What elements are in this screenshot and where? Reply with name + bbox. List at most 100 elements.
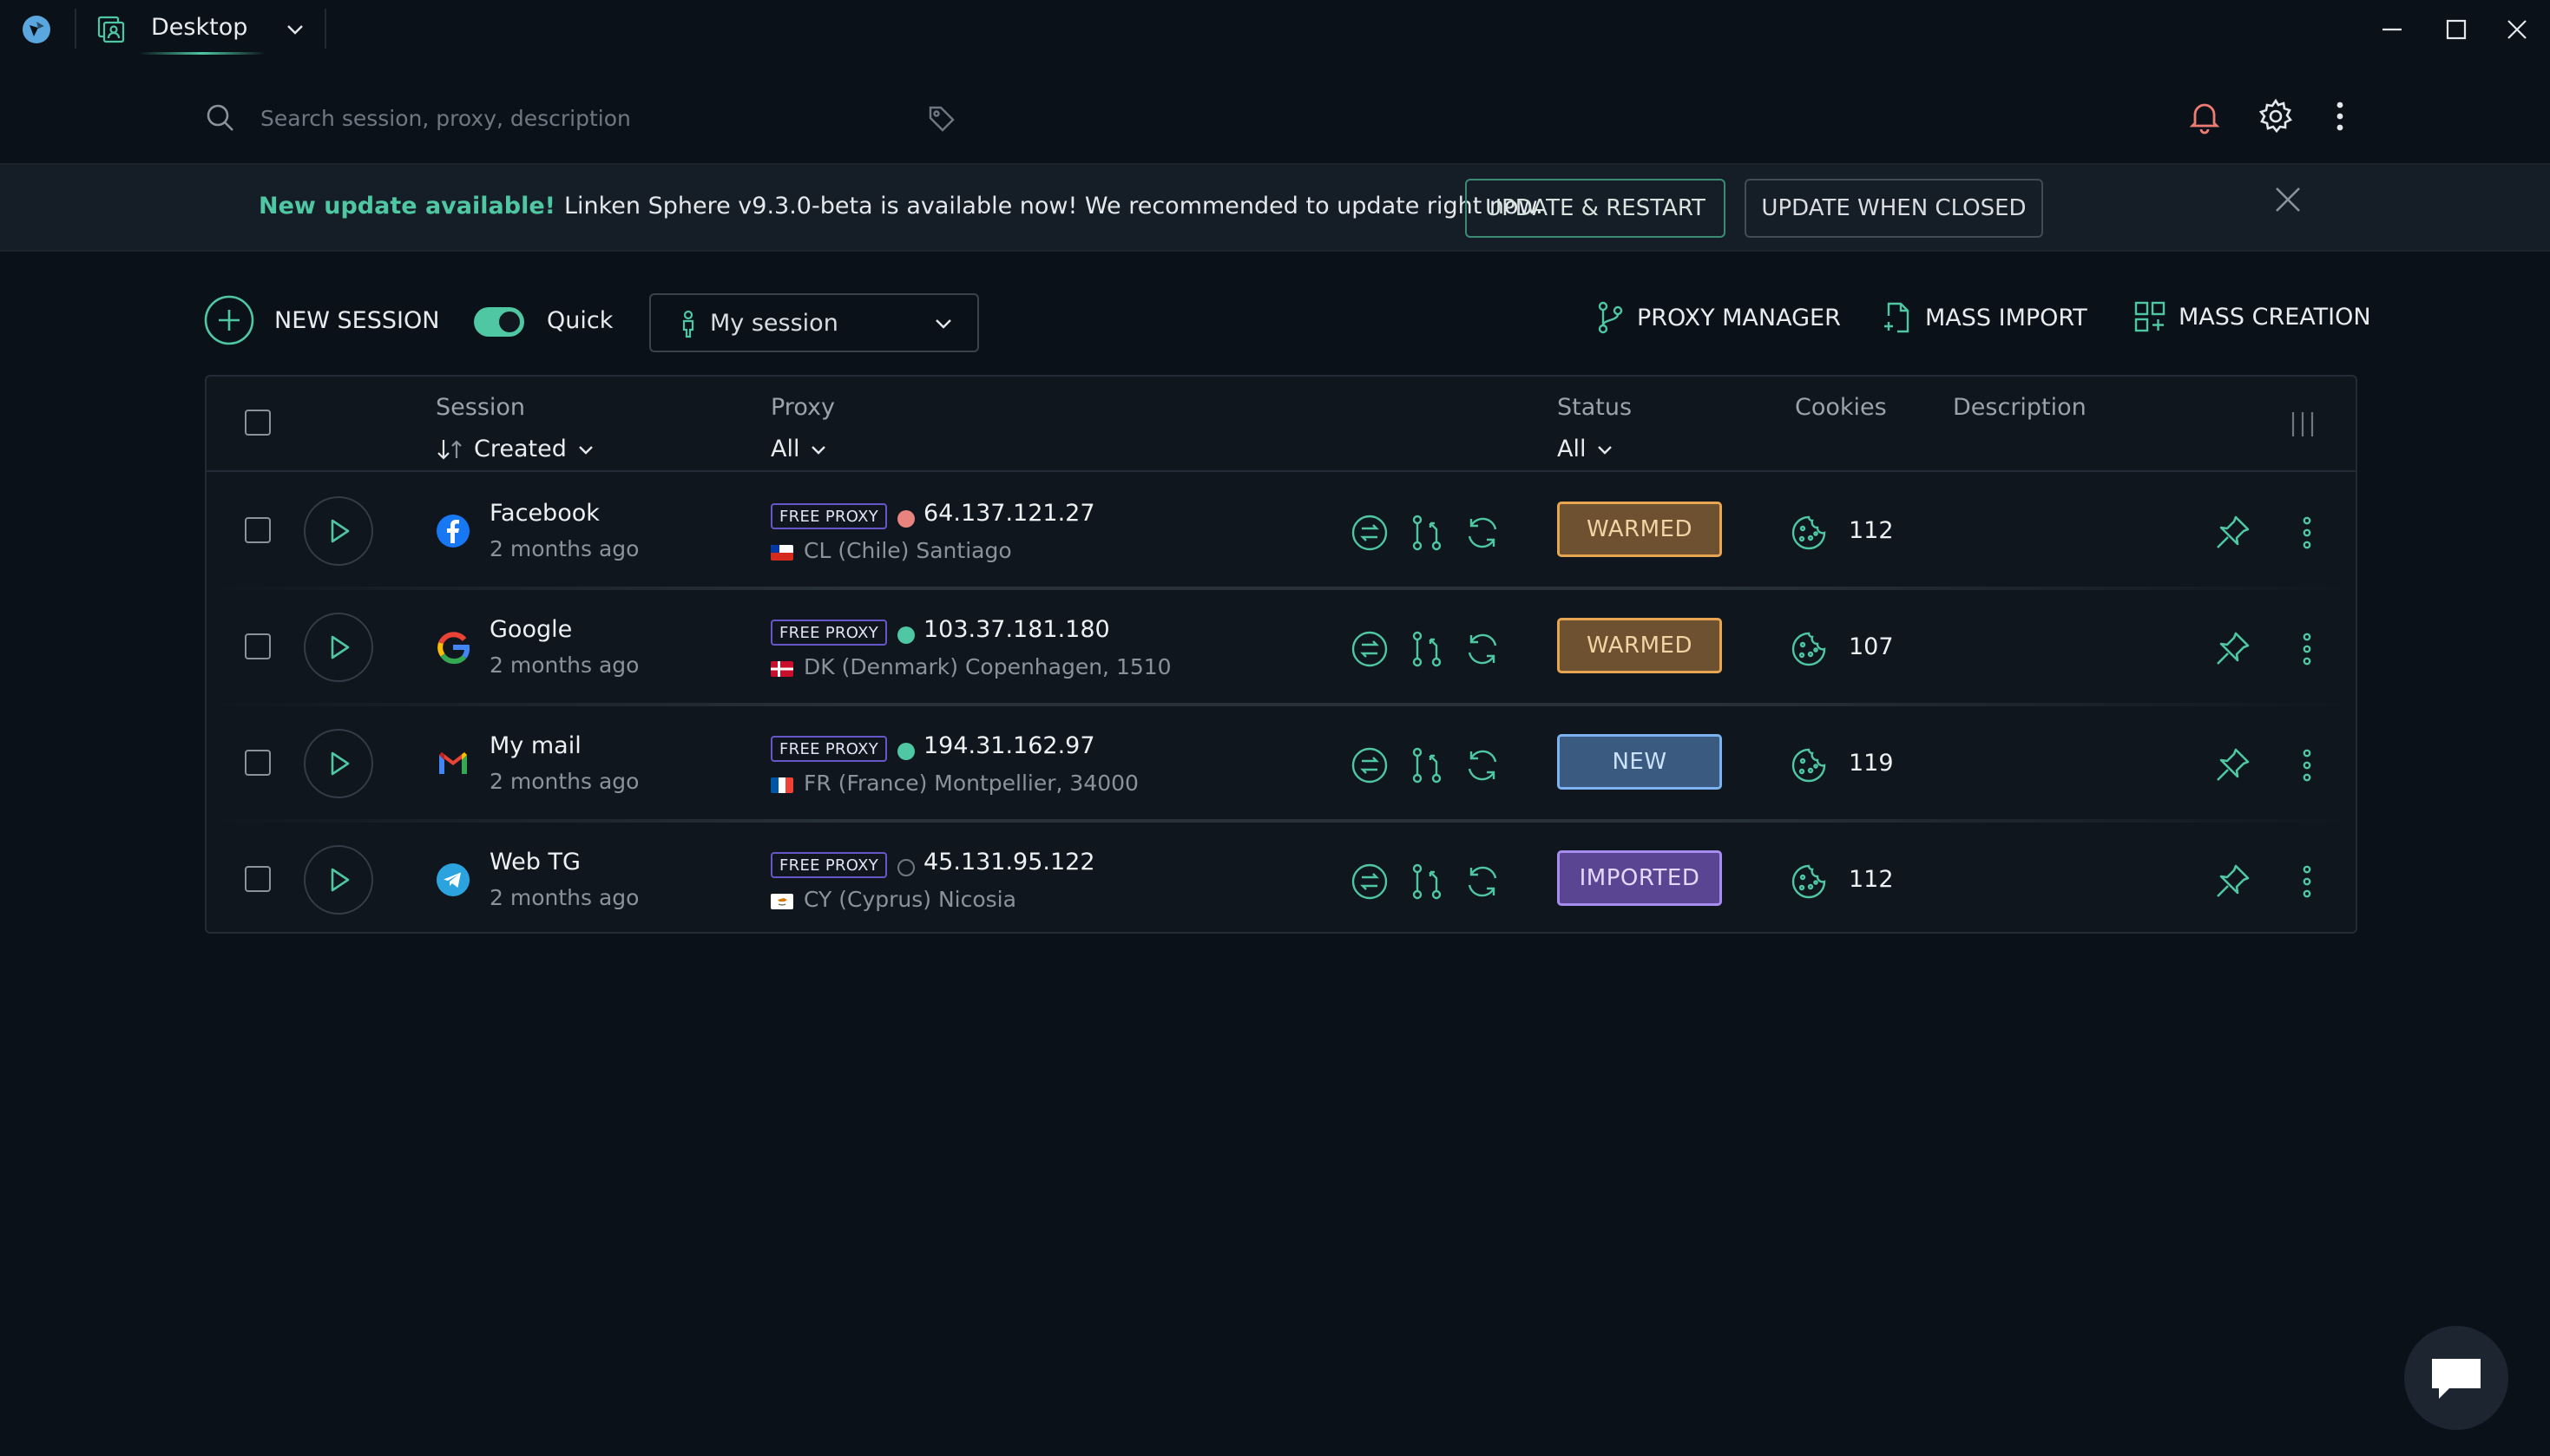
status-badge[interactable]: NEW [1557, 734, 1722, 790]
proxy-ip[interactable]: 194.31.162.97 [923, 732, 1095, 759]
swap-proxy-icon[interactable] [1351, 746, 1389, 784]
proxy-branch-icon[interactable] [1408, 514, 1446, 552]
minimize-button[interactable] [2375, 12, 2409, 47]
chevron-down-icon [1598, 445, 1613, 455]
proxy-status-dot [897, 743, 915, 760]
banner-text: New update available! Linken Sphere v9.3.… [259, 193, 1543, 220]
swap-proxy-icon[interactable] [1351, 514, 1389, 552]
flag-cy-icon [771, 894, 793, 909]
workspace-icon[interactable] [95, 14, 127, 45]
proxy-ip[interactable]: 45.131.95.122 [923, 849, 1095, 876]
row-checkbox[interactable] [245, 866, 271, 892]
pin-icon[interactable] [2212, 512, 2253, 554]
proxy-type-badge: FREE PROXY [771, 736, 888, 762]
proxy-ip[interactable]: 64.137.121.27 [923, 500, 1095, 527]
session-name[interactable]: My mail [490, 732, 582, 759]
more-vertical-icon[interactable] [2290, 628, 2324, 670]
refresh-icon[interactable] [1463, 514, 1502, 552]
settings-button[interactable] [2255, 95, 2297, 137]
mass-creation-button[interactable]: MASS CREATION [2133, 300, 2371, 333]
tag-icon[interactable] [925, 102, 958, 135]
row-checkbox[interactable] [245, 633, 271, 659]
sort-icon [437, 439, 462, 460]
status-badge[interactable]: WARMED [1557, 618, 1722, 673]
more-vertical-icon[interactable] [2290, 861, 2324, 902]
table-row[interactable]: My mail 2 months ago FREE PROXY 194.31.1… [207, 706, 2356, 823]
proxy-location: FR (France) Montpellier, 34000 [804, 771, 1139, 796]
banner-highlight: New update available! [259, 193, 555, 220]
proxy-location: CY (Cyprus) Nicosia [804, 887, 1016, 912]
refresh-icon[interactable] [1463, 862, 1502, 901]
proxy-branch-icon[interactable] [1408, 630, 1446, 668]
minimize-icon [2382, 28, 2402, 31]
swap-proxy-icon[interactable] [1351, 862, 1389, 901]
quick-toggle[interactable] [474, 307, 524, 337]
app-logo[interactable] [21, 14, 52, 45]
title-bar: Desktop [0, 0, 2550, 59]
mass-import-label: MASS IMPORT [1925, 304, 2087, 331]
pin-icon[interactable] [2212, 628, 2253, 670]
session-created: 2 months ago [490, 536, 640, 561]
table-row[interactable]: Facebook 2 months ago FREE PROXY 64.137.… [207, 474, 2356, 590]
titlebar-divider [75, 9, 76, 49]
workspace-name[interactable]: Desktop [151, 14, 247, 41]
swap-proxy-icon[interactable] [1351, 630, 1389, 668]
session-name[interactable]: Google [490, 616, 572, 643]
proxy-ip[interactable]: 103.37.181.180 [923, 616, 1110, 643]
play-button[interactable] [304, 496, 373, 566]
session-name[interactable]: Web TG [490, 849, 581, 876]
proxy-filter[interactable]: All [771, 436, 829, 462]
gmail-icon [439, 752, 467, 774]
proxy-branch-icon[interactable] [1408, 862, 1446, 901]
chevron-down-icon [579, 445, 593, 455]
banner-close-button[interactable] [2271, 182, 2305, 217]
header-cookies: Cookies [1795, 394, 1887, 421]
play-button[interactable] [304, 729, 373, 798]
play-button[interactable] [304, 845, 373, 915]
toggle-knob [499, 312, 520, 332]
proxy-manager-button[interactable]: PROXY MANAGER [1595, 300, 1841, 335]
more-vertical-icon[interactable] [2290, 512, 2324, 554]
more-menu-button[interactable] [2319, 95, 2361, 137]
refresh-icon[interactable] [1463, 746, 1502, 784]
close-button[interactable] [2500, 12, 2534, 47]
proxy-type-badge: FREE PROXY [771, 620, 888, 646]
search-input[interactable] [260, 99, 920, 137]
pin-icon[interactable] [2212, 744, 2253, 786]
row-checkbox[interactable] [245, 750, 271, 776]
header-description: Description [1953, 394, 2087, 421]
update-banner: New update available! Linken Sphere v9.3.… [0, 165, 2550, 252]
update-restart-button[interactable]: UPDATE & RESTART [1465, 179, 1725, 238]
more-vertical-icon[interactable] [2290, 744, 2324, 786]
refresh-icon[interactable] [1463, 630, 1502, 668]
cookie-icon [1791, 748, 1826, 783]
banner-message: Linken Sphere v9.3.0-beta is available n… [563, 193, 1543, 220]
status-filter[interactable]: All [1557, 436, 1615, 462]
row-checkbox[interactable] [245, 517, 271, 543]
status-badge[interactable]: IMPORTED [1557, 850, 1722, 906]
select-all-checkbox[interactable] [245, 410, 271, 436]
chevron-down-icon[interactable] [283, 17, 307, 42]
chat-button[interactable] [2404, 1326, 2508, 1430]
pin-icon[interactable] [2212, 861, 2253, 902]
session-name[interactable]: Facebook [490, 500, 600, 527]
play-button[interactable] [304, 613, 373, 682]
new-session-button[interactable]: NEW SESSION [203, 294, 439, 346]
play-icon [331, 519, 350, 543]
cookie-count: 112 [1849, 866, 1894, 893]
update-when-closed-button[interactable]: UPDATE WHEN CLOSED [1745, 179, 2043, 238]
notifications-button[interactable] [2184, 95, 2225, 137]
maximize-button[interactable] [2439, 12, 2474, 47]
session-sort[interactable]: Created [436, 436, 596, 462]
session-sort-label: Created [474, 436, 567, 462]
proxy-branch-icon[interactable] [1408, 746, 1446, 784]
file-import-icon [1884, 302, 1909, 333]
flag-cl-icon [771, 545, 793, 561]
columns-icon[interactable] [2288, 410, 2317, 439]
session-type-select[interactable]: My session [649, 293, 979, 352]
table-row[interactable]: Web TG 2 months ago FREE PROXY 45.131.95… [207, 823, 2356, 939]
bell-icon [2189, 103, 2220, 134]
table-row[interactable]: Google 2 months ago FREE PROXY 103.37.18… [207, 590, 2356, 706]
mass-import-button[interactable]: MASS IMPORT [1882, 300, 2087, 335]
status-badge[interactable]: WARMED [1557, 502, 1722, 557]
